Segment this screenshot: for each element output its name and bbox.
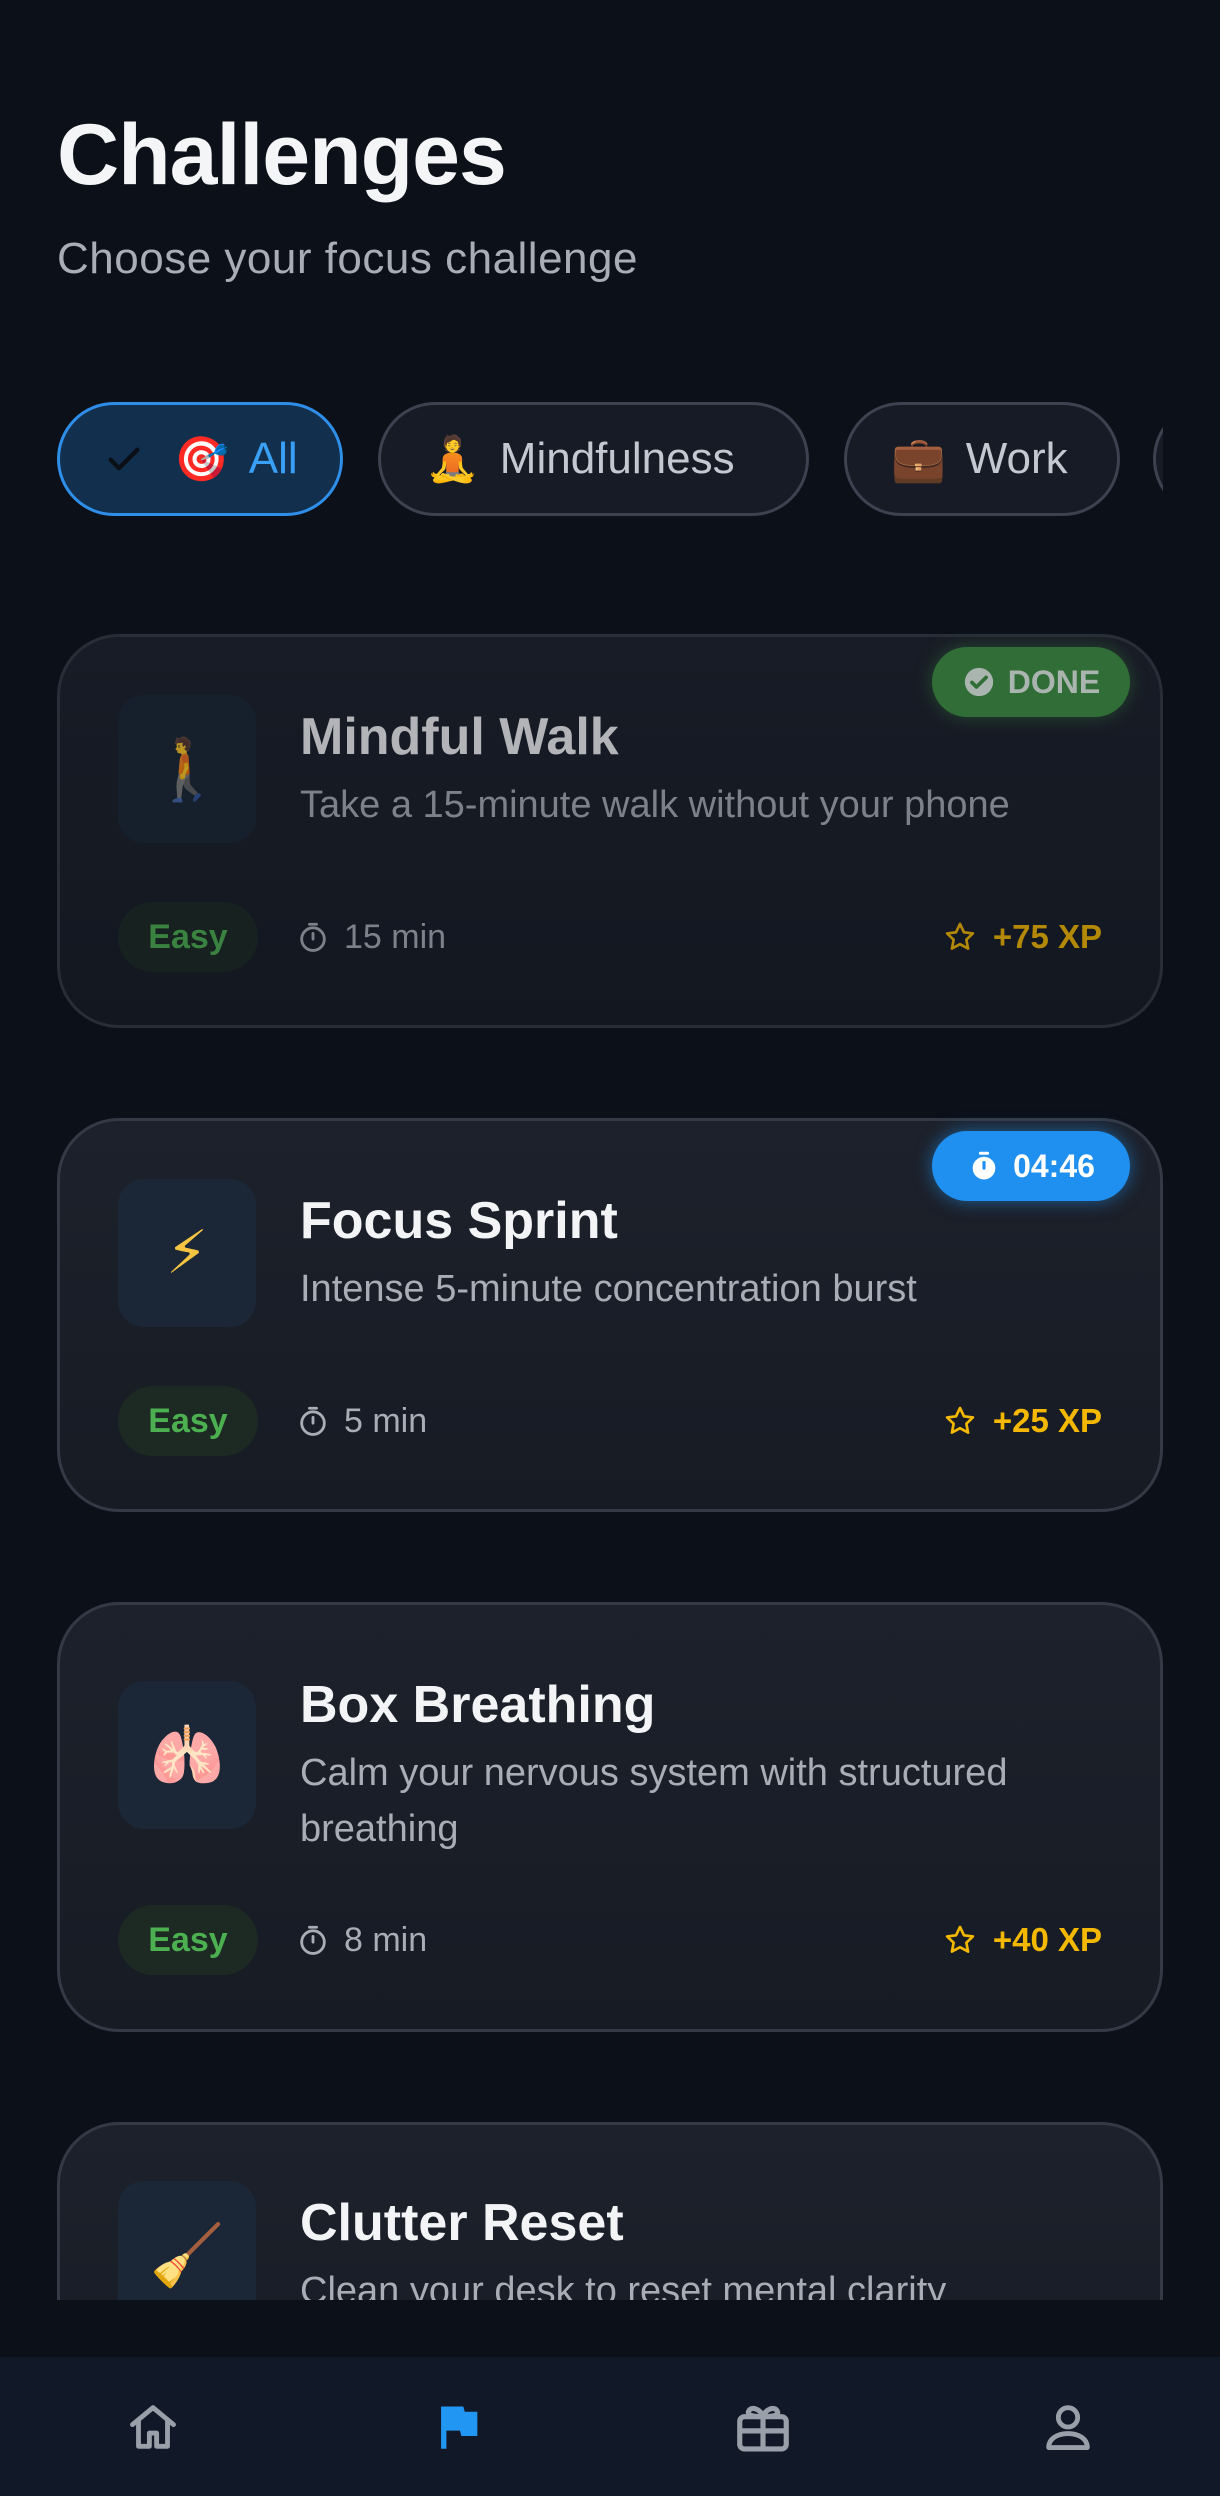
- star-icon: [945, 1925, 975, 1953]
- xp-reward: +25 XP: [943, 1386, 1102, 1456]
- done-badge: DONE: [932, 647, 1130, 717]
- nav-profile[interactable]: [915, 2357, 1220, 2496]
- profile-icon: [1045, 2404, 1090, 2450]
- xp-reward: +40 XP: [943, 1905, 1102, 1975]
- duration: 8 min: [296, 1905, 427, 1975]
- challenge-card[interactable]: DONE 🚶 Mindful Walk Take a 15-minute wal…: [57, 634, 1163, 1028]
- filter-chip-work[interactable]: 💼 Work: [844, 402, 1120, 516]
- meditation-icon: 🧘: [425, 434, 480, 485]
- difficulty-badge: Easy: [118, 1386, 258, 1456]
- difficulty-badge: Easy: [118, 1905, 258, 1975]
- stopwatch-icon: [972, 1151, 996, 1180]
- filter-chip-more[interactable]: [1153, 402, 1163, 516]
- home-icon: [129, 2404, 176, 2449]
- stopwatch-icon: [300, 1925, 326, 1955]
- challenges-screen: Challenges Choose your focus challenge 🎯…: [0, 0, 1220, 2496]
- check-circle-icon: [964, 667, 993, 697]
- xp-label: +40 XP: [992, 1921, 1102, 1958]
- walking-icon: 🚶: [118, 695, 256, 843]
- difficulty-badge: Easy: [118, 902, 258, 972]
- duration: 5 min: [296, 1386, 427, 1456]
- target-icon: 🎯: [174, 434, 229, 485]
- page-title: Challenges: [57, 107, 507, 203]
- challenge-description: Intense 5-minute concentration burst: [300, 1268, 917, 1310]
- star-icon: [945, 1406, 975, 1434]
- page-header: Challenges Choose your focus challenge: [57, 112, 638, 284]
- nav-challenges[interactable]: [305, 2357, 610, 2496]
- stopwatch-icon: [300, 922, 326, 952]
- challenge-title: Mindful Walk: [300, 708, 619, 766]
- timer-label: 04:46: [1013, 1147, 1095, 1184]
- challenge-title: Box Breathing: [300, 1676, 656, 1734]
- xp-label: +25 XP: [992, 1402, 1102, 1439]
- challenge-title: Clutter Reset: [300, 2194, 624, 2252]
- check-icon: [104, 439, 144, 479]
- filter-chip-label: Work: [965, 434, 1068, 483]
- nav-home[interactable]: [0, 2357, 305, 2496]
- duration-label: 8 min: [344, 1920, 428, 1959]
- challenge-description: Calm your nervous system with structured…: [300, 1752, 1008, 1850]
- filter-chip-mindfulness[interactable]: 🧘 Mindfulness: [378, 402, 809, 516]
- duration: 15 min: [296, 902, 446, 972]
- duration-label: 15 min: [344, 917, 447, 956]
- xp-label: +75 XP: [992, 918, 1102, 955]
- briefcase-icon: 💼: [891, 434, 946, 485]
- challenge-card[interactable]: 🫁 Box Breathing Calm your nervous system…: [57, 1602, 1163, 2032]
- gift-icon: [736, 2405, 789, 2452]
- star-icon: [945, 922, 975, 950]
- challenge-title: Focus Sprint: [300, 1192, 618, 1250]
- filter-chip-all[interactable]: 🎯 All: [57, 402, 343, 516]
- challenge-description: Take a 15-minute walk without your phone: [300, 784, 1010, 826]
- lightning-icon: ⚡: [118, 1179, 256, 1327]
- filter-chips: 🎯 All 🧘 Mindfulness 💼 Work: [57, 402, 1163, 516]
- nav-rewards[interactable]: [610, 2357, 915, 2496]
- page-subtitle: Choose your focus challenge: [57, 234, 638, 283]
- bottom-navigation: [0, 2357, 1220, 2496]
- lungs-icon: 🫁: [118, 1681, 256, 1829]
- list-clip: [0, 2300, 1220, 2357]
- timer-badge: 04:46: [932, 1131, 1130, 1201]
- challenge-card[interactable]: 04:46 ⚡ Focus Sprint Intense 5-minute co…: [57, 1118, 1163, 1512]
- duration-label: 5 min: [344, 1401, 428, 1440]
- badge-label: DONE: [1007, 663, 1101, 700]
- flag-icon: [440, 2405, 477, 2449]
- filter-chip-label: All: [248, 434, 298, 483]
- xp-reward: +75 XP: [943, 902, 1102, 972]
- filter-chip-label: Mindfulness: [499, 434, 735, 483]
- stopwatch-icon: [300, 1406, 326, 1436]
